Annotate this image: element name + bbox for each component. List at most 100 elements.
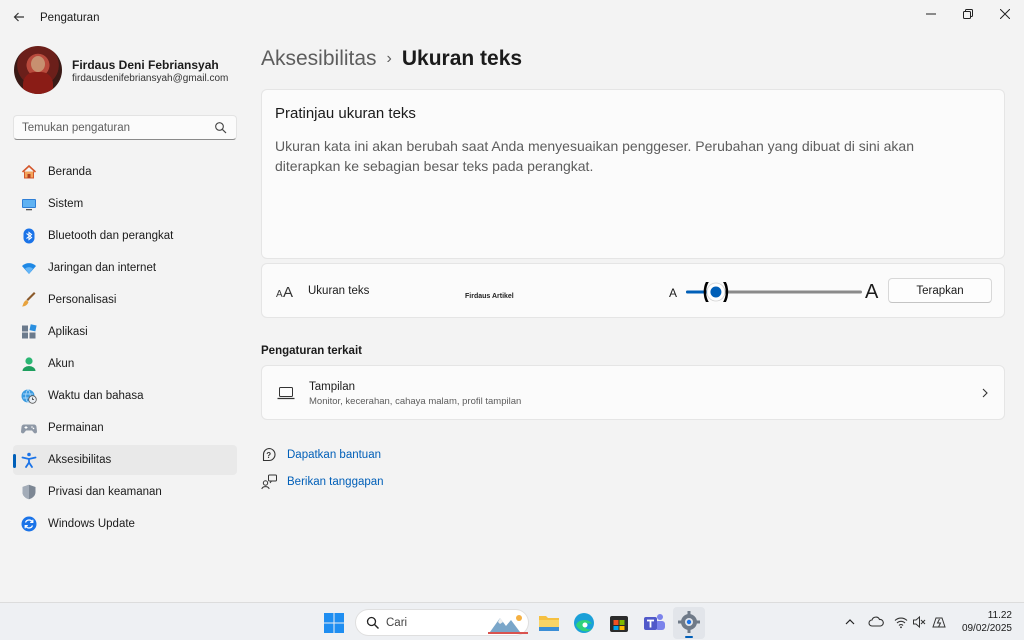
text-size-label: Ukuran teks	[308, 285, 370, 297]
large-size-marker: A	[865, 281, 879, 303]
avatar-body	[23, 72, 53, 94]
edge-icon[interactable]	[571, 610, 597, 636]
search-highlight-icon	[488, 615, 528, 634]
get-help-link[interactable]: ? Dapatkan bantuan	[261, 447, 381, 463]
sidebar-item-label: Windows Update	[48, 518, 135, 530]
text-preview-card: Pratinjau ukuran teks Ukuran kata ini ak…	[261, 89, 1005, 259]
back-button[interactable]	[8, 6, 30, 28]
search-icon[interactable]	[214, 121, 228, 135]
clock-date: 09/02/2025	[961, 623, 1012, 634]
breadcrumb-separator: ›	[386, 50, 392, 67]
sidebar-item-akun[interactable]: Akun	[13, 349, 237, 379]
sidebar-item-privasi[interactable]: Privasi dan keamanan	[13, 477, 237, 507]
system-icon	[22, 199, 36, 211]
sidebar-item-permainan[interactable]: Permainan	[13, 413, 237, 443]
svg-text:A: A	[283, 284, 293, 299]
sidebar-item-label: Akun	[48, 358, 75, 370]
title-bar: Pengaturan	[0, 0, 1024, 36]
sidebar-item-label: Permainan	[48, 422, 104, 434]
sidebar-item-label: Jaringan dan internet	[48, 262, 157, 274]
give-feedback-label: Berikan tanggapan	[287, 476, 384, 488]
preview-text: Ukuran kata ini akan berubah saat Anda m…	[275, 138, 915, 174]
app-title: Pengaturan	[40, 12, 100, 24]
wifi-icon[interactable]	[894, 615, 908, 629]
settings-gear-icon	[678, 611, 700, 633]
text-size-icon: AA	[276, 284, 293, 299]
accessibility-icon	[21, 452, 37, 468]
sidebar-item-jaringan[interactable]: Jaringan dan internet	[13, 253, 237, 283]
apply-button[interactable]: Terapkan	[888, 278, 992, 303]
restore-button[interactable]	[949, 0, 987, 28]
feedback-icon	[261, 474, 277, 490]
sidebar-item-label: Beranda	[48, 166, 92, 178]
sidebar-item-windows-update[interactable]: Windows Update	[13, 509, 237, 539]
avatar[interactable]	[14, 46, 62, 94]
close-button[interactable]	[986, 0, 1024, 28]
settings-taskbar-button[interactable]	[673, 607, 705, 639]
chevron-up-icon[interactable]	[843, 615, 857, 629]
home-icon	[21, 164, 37, 179]
sidebar-item-aksesibilitas[interactable]: Aksesibilitas	[13, 445, 237, 475]
sidebar-item-aplikasi[interactable]: Aplikasi	[13, 317, 237, 347]
microsoft-store-icon[interactable]	[606, 610, 632, 636]
close-icon	[1000, 9, 1010, 19]
teams-icon[interactable]	[641, 610, 667, 636]
sidebar-item-label: Waktu dan bahasa	[48, 390, 144, 402]
sidebar-item-personalisasi[interactable]: Personalisasi	[13, 285, 237, 315]
display-subtitle: Monitor, kecerahan, cahaya malam, profil…	[309, 396, 522, 407]
onedrive-icon[interactable]	[868, 615, 884, 629]
account-icon	[22, 357, 36, 371]
gamepad-icon	[21, 424, 37, 434]
laptop-icon	[277, 387, 295, 400]
breadcrumb: Aksesibilitas › Ukuran teks	[261, 47, 522, 71]
display-settings-link[interactable]: Tampilan Monitor, kecerahan, cahaya mala…	[261, 365, 1005, 420]
watermark-text: Firdaus Artikel	[465, 293, 514, 300]
sidebar-item-waktu-bahasa[interactable]: Waktu dan bahasa	[13, 381, 237, 411]
display-title: Tampilan	[309, 381, 356, 393]
bluetooth-icon	[23, 228, 35, 244]
battery-charging-icon[interactable]	[931, 615, 947, 629]
system-clock[interactable]: 11.22 09/02/2025	[952, 609, 1012, 635]
windows-start-icon[interactable]	[321, 610, 347, 636]
back-arrow-icon	[13, 12, 24, 22]
update-icon	[21, 516, 37, 532]
wifi-icon	[22, 263, 36, 274]
apps-icon	[22, 324, 37, 339]
speaker-muted-icon[interactable]	[912, 615, 926, 629]
text-size-slider[interactable]	[686, 282, 862, 302]
clock-time: 11.22	[987, 610, 1012, 621]
taskbar-search-label: Cari	[386, 617, 408, 629]
taskbar: Cari 11.22 09/02/2025	[0, 602, 1024, 640]
sidebar-item-label: Bluetooth dan perangkat	[48, 230, 174, 242]
search-input[interactable]	[22, 119, 212, 137]
settings-search[interactable]	[13, 115, 237, 140]
svg-text:A: A	[276, 289, 283, 299]
user-name: Firdaus Deni Febriansyah	[72, 58, 219, 72]
globe-clock-icon	[21, 389, 37, 404]
file-explorer-icon[interactable]	[536, 610, 562, 636]
sidebar-item-beranda[interactable]: Beranda	[13, 157, 237, 187]
sidebar-item-label: Sistem	[48, 198, 84, 210]
active-app-indicator	[685, 636, 693, 638]
avatar-face	[31, 56, 45, 72]
give-feedback-link[interactable]: Berikan tanggapan	[261, 474, 384, 490]
page-title: Ukuran teks	[401, 47, 523, 70]
brush-icon	[22, 292, 36, 307]
text-size-card: AA Ukuran teks Firdaus Artikel A A Terap…	[261, 263, 1005, 318]
minimize-button[interactable]	[912, 0, 950, 28]
search-icon	[366, 616, 379, 629]
slider-thumb[interactable]	[703, 282, 729, 302]
svg-text:?: ?	[266, 451, 271, 460]
sidebar-item-label: Aplikasi	[48, 326, 88, 338]
minimize-icon	[926, 13, 936, 15]
preview-title: Pratinjau ukuran teks	[275, 105, 416, 122]
sidebar-item-sistem[interactable]: Sistem	[13, 189, 237, 219]
taskbar-search[interactable]: Cari	[355, 609, 529, 636]
sidebar-item-bluetooth[interactable]: Bluetooth dan perangkat	[13, 221, 237, 251]
help-icon: ?	[262, 447, 276, 462]
small-size-marker: A	[669, 286, 678, 300]
sidebar-item-label: Aksesibilitas	[48, 454, 112, 466]
sidebar-item-label: Privasi dan keamanan	[48, 486, 162, 498]
chevron-right-icon	[982, 388, 988, 398]
breadcrumb-parent[interactable]: Aksesibilitas	[261, 47, 377, 70]
